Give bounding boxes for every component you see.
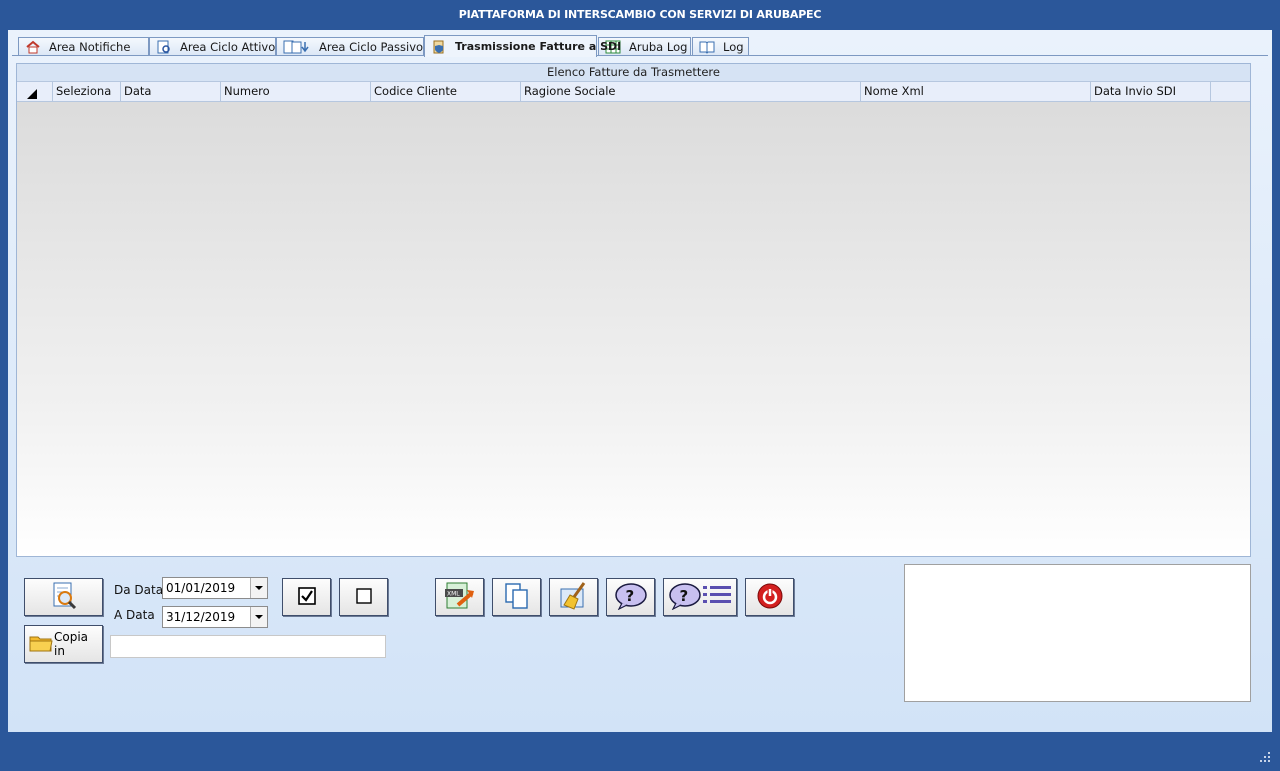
tab-trasmissione-fatture[interactable]: Trasmissione Fatture a SDI [424, 35, 621, 57]
to-date-label: A Data [114, 608, 155, 622]
from-date-value: 01/01/2019 [166, 581, 236, 595]
broom-icon [558, 581, 590, 614]
tab-strip: Area Notifiche Area Ciclo Attivo Area Ci… [12, 35, 1268, 57]
resize-grip-icon[interactable] [1260, 751, 1270, 762]
document-download-icon [283, 40, 311, 54]
column-header-numero[interactable]: Numero [221, 82, 371, 101]
tab-label: Area Notifiche [49, 40, 131, 54]
question-bubble-icon: ? [614, 582, 648, 613]
checkbox-checked-icon [297, 586, 316, 608]
column-header-data-invio-sdi[interactable]: Data Invio SDI [1091, 82, 1211, 101]
status-bar [8, 732, 1272, 763]
tab-area-ciclo-passivo[interactable]: Area Ciclo Passivo [276, 37, 424, 56]
copy-in-button[interactable]: Copia in [24, 625, 103, 663]
checkbox-empty-icon [355, 587, 373, 608]
search-button[interactable] [24, 578, 103, 616]
help-list-button[interactable]: ? [663, 578, 737, 616]
from-date-label: Da Data [114, 583, 164, 597]
grid-caption: Elenco Fatture da Trasmettere [17, 64, 1250, 82]
dropdown-arrow-icon[interactable] [250, 578, 267, 598]
invoice-grid: Elenco Fatture da Trasmettere Seleziona … [16, 63, 1251, 557]
book-icon [699, 40, 715, 54]
from-date-picker[interactable]: 01/01/2019 [162, 577, 268, 599]
tab-label: Area Ciclo Attivo [180, 40, 276, 54]
column-header-ragione-sociale[interactable]: Ragione Sociale [521, 82, 861, 101]
question-bubble-icon: ? [668, 582, 702, 613]
list-icon [702, 583, 732, 612]
svg-text:?: ? [625, 587, 634, 605]
to-date-picker[interactable]: 31/12/2019 [162, 606, 268, 628]
select-all-button[interactable] [282, 578, 331, 616]
copy-button[interactable] [492, 578, 541, 616]
export-xml-button[interactable]: XML [435, 578, 484, 616]
copy-documents-icon [502, 581, 532, 614]
copy-in-label: Copia in [54, 630, 89, 658]
document-magnifier-icon [49, 581, 79, 614]
house-icon [25, 40, 41, 54]
folder-icon [29, 633, 53, 656]
column-header-seleziona[interactable]: Seleziona [53, 82, 121, 101]
help-button[interactable]: ? [606, 578, 655, 616]
clean-button[interactable] [549, 578, 598, 616]
tab-label: Log [723, 40, 744, 54]
window-title: PIATTAFORMA DI INTERSCAMBIO CON SERVIZI … [0, 0, 1280, 30]
column-header-nome-xml[interactable]: Nome Xml [861, 82, 1091, 101]
tab-strip-divider [12, 55, 1268, 56]
column-header-data[interactable]: Data [121, 82, 221, 101]
grid-header: Seleziona Data Numero Codice Cliente Rag… [17, 82, 1250, 102]
xml-export-icon: XML [444, 581, 476, 614]
deselect-all-button[interactable] [339, 578, 388, 616]
tab-label: Aruba Log [629, 40, 688, 54]
column-header-codice-cliente[interactable]: Codice Cliente [371, 82, 521, 101]
tab-area-notifiche[interactable]: Area Notifiche [18, 37, 149, 56]
copy-path-input[interactable] [110, 635, 386, 658]
exit-button[interactable] [745, 578, 794, 616]
message-box[interactable] [904, 564, 1251, 702]
shield-document-icon [431, 40, 447, 54]
document-search-icon [156, 40, 172, 54]
tab-label: Area Ciclo Passivo [319, 40, 424, 54]
svg-text:?: ? [680, 587, 689, 605]
tab-label: Trasmissione Fatture a SDI [455, 39, 622, 53]
dropdown-arrow-icon[interactable] [250, 607, 267, 627]
tab-log[interactable]: Log [692, 37, 749, 56]
power-icon [756, 582, 784, 613]
svg-text:XML: XML [447, 590, 460, 597]
sort-indicator-icon [27, 89, 37, 99]
main-window: Area Notifiche Area Ciclo Attivo Area Ci… [8, 30, 1272, 732]
to-date-value: 31/12/2019 [166, 610, 236, 624]
tab-area-ciclo-attivo[interactable]: Area Ciclo Attivo [149, 37, 276, 56]
